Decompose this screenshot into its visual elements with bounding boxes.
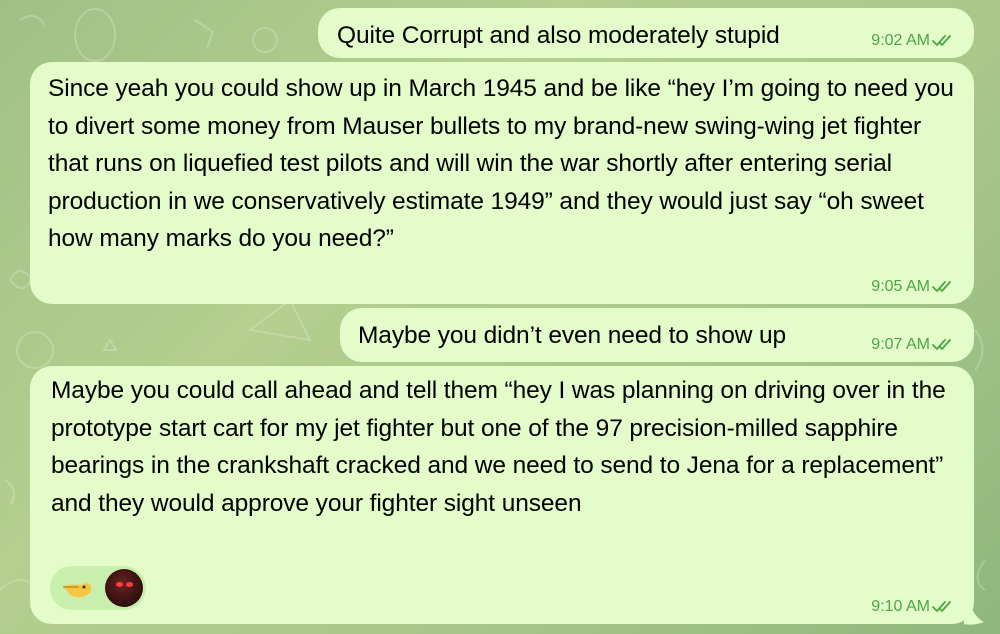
message-meta: 9:05 AM bbox=[871, 278, 956, 296]
pointing-hand-emoji-icon[interactable] bbox=[62, 575, 94, 601]
message-time: 9:02 AM bbox=[871, 32, 930, 49]
message-meta: 9:07 AM bbox=[871, 336, 956, 354]
message-time: 9:07 AM bbox=[871, 336, 930, 353]
message-text: Maybe you could call ahead and tell them… bbox=[51, 377, 946, 517]
message-meta: 9:10 AM bbox=[871, 598, 956, 616]
double-check-icon bbox=[932, 281, 951, 292]
double-check-icon bbox=[932, 339, 951, 350]
bubble-tail bbox=[964, 600, 984, 625]
outgoing-message-bubble[interactable]: Maybe you didn’t even need to show up 9:… bbox=[340, 308, 974, 362]
double-check-icon bbox=[932, 601, 951, 612]
outgoing-message-bubble[interactable]: Since yeah you could show up in March 19… bbox=[30, 62, 974, 304]
message-time: 9:10 AM bbox=[871, 598, 930, 615]
outgoing-message-bubble[interactable]: Maybe you could call ahead and tell them… bbox=[30, 366, 974, 624]
message-text: Since yeah you could show up in March 19… bbox=[48, 75, 954, 252]
user-avatar[interactable] bbox=[105, 569, 143, 607]
double-check-icon bbox=[932, 35, 951, 46]
message-time: 9:05 AM bbox=[871, 278, 930, 295]
message-meta: 9:02 AM bbox=[871, 32, 956, 50]
message-reactions[interactable] bbox=[50, 566, 146, 610]
outgoing-message-bubble[interactable]: Quite Corrupt and also moderately stupid… bbox=[318, 8, 974, 58]
